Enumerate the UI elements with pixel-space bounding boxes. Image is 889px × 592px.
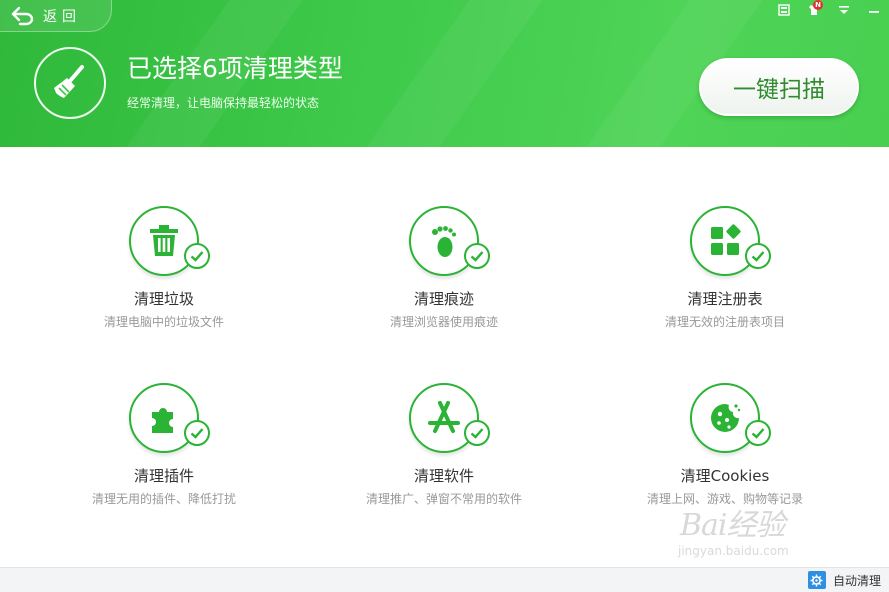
item-title: 清理Cookies (680, 467, 770, 485)
auto-clean-button[interactable]: 自动清理 (807, 571, 881, 589)
checked-badge[interactable] (464, 420, 490, 446)
status-bar: 自动清理 (0, 567, 889, 592)
clean-item-software[interactable]: 清理软件 清理推广、弹窗不常用的软件 (314, 383, 574, 523)
clean-item-registry[interactable]: 清理注册表 清理无效的注册表项目 (595, 206, 855, 346)
page-title: 已选择6项清理类型 (127, 54, 343, 83)
checkmark-icon (190, 251, 204, 262)
item-description: 清理无用的插件、降低打扰 (91, 492, 236, 506)
back-label: 返回 (43, 8, 81, 25)
header-banner: 返回 N 已选择6项清理类型 经常清理，让电脑保持最轻松的状态 一键扫描 (0, 0, 889, 147)
clean-item-traces[interactable]: 清理痕迹 清理浏览器使用痕迹 (314, 206, 574, 346)
header-stripe (356, 0, 544, 147)
checkmark-icon (470, 428, 484, 439)
item-title: 清理插件 (133, 467, 194, 485)
checkmark-icon (470, 251, 484, 262)
item-title: 清理注册表 (687, 290, 763, 308)
checkmark-icon (190, 428, 204, 439)
item-title: 清理软件 (413, 467, 474, 485)
broom-badge (34, 47, 106, 119)
checked-badge[interactable] (464, 243, 490, 269)
app-store-icon (428, 401, 460, 433)
footprint-icon (432, 226, 456, 257)
minimize-icon (869, 11, 879, 13)
trash-icon (150, 225, 178, 256)
skin-button[interactable] (769, 0, 799, 20)
watermark-brand: Bai经验 (680, 508, 786, 543)
item-description: 清理浏览器使用痕迹 (389, 315, 498, 329)
clean-item-junk[interactable]: 清理垃圾 清理电脑中的垃圾文件 (34, 206, 294, 346)
auto-clean-label: 自动清理 (832, 573, 881, 588)
item-description: 清理电脑中的垃圾文件 (103, 315, 224, 329)
minimize-button[interactable] (859, 0, 889, 20)
registry-blocks-icon (711, 224, 741, 255)
item-title: 清理垃圾 (133, 290, 194, 308)
page-subtitle: 经常清理，让电脑保持最轻松的状态 (127, 96, 320, 110)
skin-icon (778, 4, 790, 16)
baidu-jingyan-watermark: Bai经验 jingyan.baidu.com (678, 494, 858, 569)
watermark-url: jingyan.baidu.com (678, 544, 789, 558)
item-description: 清理推广、弹窗不常用的软件 (365, 492, 522, 506)
gear-icon-box (807, 571, 826, 589)
item-description: 清理无效的注册表项目 (664, 315, 785, 329)
gear-icon (810, 574, 823, 586)
item-title: 清理痕迹 (413, 290, 474, 308)
checkmark-icon (751, 428, 765, 439)
checked-badge[interactable] (184, 420, 210, 446)
back-button[interactable]: 返回 (0, 0, 112, 32)
tshirt-button[interactable]: N (799, 0, 829, 20)
cookie-icon (711, 404, 741, 432)
menu-button[interactable] (829, 0, 859, 20)
back-arrow-icon (11, 6, 34, 25)
puzzle-icon (152, 408, 173, 433)
menu-icon (839, 6, 849, 14)
window-controls: N (769, 0, 889, 20)
checked-badge[interactable] (184, 243, 210, 269)
clean-item-plugins[interactable]: 清理插件 清理无用的插件、降低打扰 (34, 383, 294, 523)
checked-badge[interactable] (745, 420, 771, 446)
one-click-scan-button[interactable]: 一键扫描 (699, 58, 859, 116)
checkmark-icon (751, 251, 765, 262)
broom-icon (54, 65, 84, 98)
checked-badge[interactable] (745, 243, 771, 269)
notification-badge: N (813, 0, 823, 10)
